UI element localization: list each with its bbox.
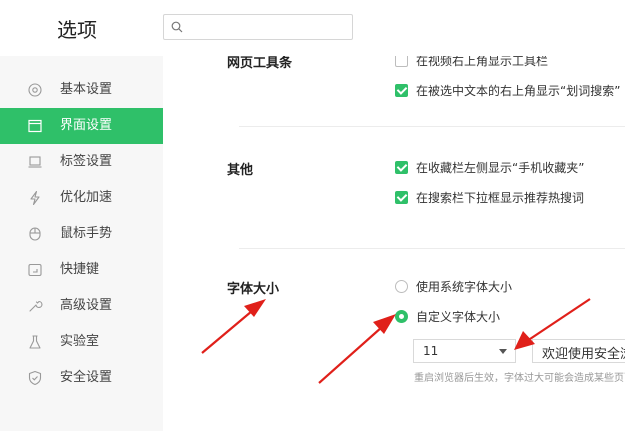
sidebar-item-label: 实验室 (60, 334, 100, 349)
toolbar-option-selection-search[interactable]: 在被选中文本的右上角显示“划词搜索” (395, 82, 620, 98)
section-label-font-size: 字体大小 (227, 282, 280, 297)
radio-button[interactable] (395, 309, 408, 323)
font-preview-text: 欢迎使用安全浏览器 (542, 347, 625, 362)
sidebar-item-advanced-settings[interactable]: 高级设置 (0, 288, 163, 324)
checkbox[interactable] (395, 190, 408, 204)
checkbox[interactable] (395, 160, 408, 174)
sidebar-item-label: 快捷键 (60, 262, 100, 277)
divider (239, 248, 625, 249)
sidebar-item-optimization[interactable]: 优化加速 (0, 180, 163, 216)
other-option-hot-search[interactable]: 在搜索栏下拉框显示推荐热搜词 (395, 189, 584, 205)
radio-button[interactable] (395, 279, 408, 293)
sidebar-item-label: 优化加速 (60, 190, 113, 205)
font-size-hint: 重启浏览器后生效，字体过大可能会造成某些页面显示异常 (414, 373, 625, 384)
toolbar-option-video[interactable]: 在视频右上角显示工具栏 (395, 56, 548, 68)
font-preview-box: 欢迎使用安全浏览器 (532, 339, 625, 363)
mouse-icon (29, 227, 41, 241)
page-title: 选项 (57, 18, 97, 42)
sidebar-item-label: 高级设置 (60, 298, 113, 313)
sidebar: 基本设置 界面设置 标签设置 优化加速 鼠标手势 快捷键 高级设置 实验室 安全… (0, 56, 163, 431)
sidebar-item-mouse-gestures[interactable]: 鼠标手势 (0, 216, 163, 252)
sidebar-item-label: 鼠标手势 (60, 226, 113, 241)
sidebar-item-security-settings[interactable]: 安全设置 (0, 360, 163, 396)
settings-content: 网页工具条 在视频右上角显示工具栏 在被选中文本的右上角显示“划词搜索” 其他 … (163, 56, 625, 431)
font-size-value: 11 (423, 344, 439, 358)
search-input[interactable] (163, 14, 353, 40)
tab-icon (28, 156, 42, 168)
chevron-down-icon (499, 349, 507, 354)
keyboard-icon (28, 263, 42, 277)
section-label-other: 其他 (227, 163, 254, 178)
sidebar-item-lab[interactable]: 实验室 (0, 324, 163, 360)
sidebar-item-interface-settings[interactable]: 界面设置 (0, 108, 163, 144)
font-size-option-custom[interactable]: 自定义字体大小 (395, 308, 500, 324)
section-label-toolbar: 网页工具条 (227, 56, 293, 71)
divider (239, 126, 625, 127)
search-icon (171, 21, 183, 33)
lightning-icon (30, 190, 40, 206)
sidebar-item-label: 基本设置 (60, 82, 113, 97)
sidebar-item-shortcuts[interactable]: 快捷键 (0, 252, 163, 288)
checkbox[interactable] (395, 56, 408, 67)
sidebar-item-basic-settings[interactable]: 基本设置 (0, 72, 163, 108)
sidebar-item-label: 安全设置 (60, 370, 113, 385)
window-icon (28, 119, 42, 133)
flask-icon (29, 335, 41, 349)
sidebar-item-label: 界面设置 (60, 118, 113, 133)
settings-icon (28, 83, 42, 97)
checkbox[interactable] (395, 83, 408, 97)
other-option-mobile-favorites[interactable]: 在收藏栏左侧显示“手机收藏夹” (395, 159, 584, 175)
header: 选项 (0, 0, 625, 56)
font-size-option-system[interactable]: 使用系统字体大小 (395, 278, 512, 294)
shield-icon (28, 370, 42, 386)
font-size-select[interactable]: 11 (413, 339, 516, 363)
sidebar-item-label: 标签设置 (60, 154, 113, 169)
sidebar-item-tab-settings[interactable]: 标签设置 (0, 144, 163, 180)
wrench-icon (29, 300, 43, 312)
